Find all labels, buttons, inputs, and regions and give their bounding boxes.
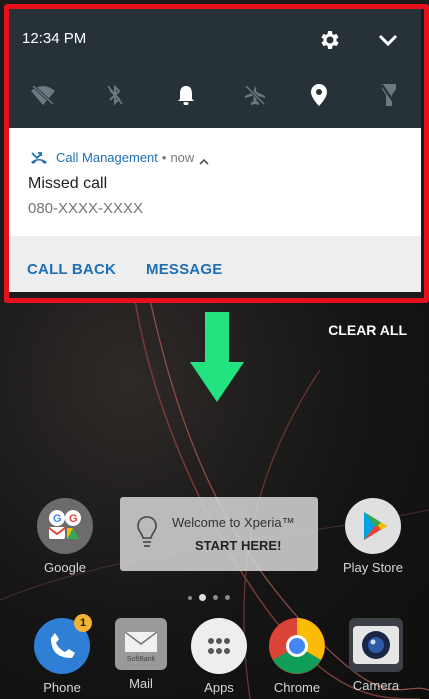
svg-text:G: G [53, 513, 62, 525]
apps-drawer-button[interactable]: Apps [184, 618, 254, 695]
svg-text:G: G [69, 513, 78, 525]
page-dot-active [199, 594, 206, 601]
start-here-text: START HERE! [195, 538, 282, 553]
camera-label: Camera [352, 678, 400, 693]
phone-label: Phone [43, 680, 81, 695]
google-label: Google [44, 560, 86, 575]
mail-app[interactable]: SoftBank Mail [106, 618, 176, 691]
page-dot [213, 595, 218, 600]
mail-label: Mail [129, 676, 153, 691]
camera-app[interactable]: Camera [341, 618, 411, 693]
page-dot [225, 595, 230, 600]
google-folder[interactable]: G G Google [30, 498, 100, 575]
welcome-card[interactable]: Welcome to Xperia™ START HERE! [120, 497, 318, 571]
phone-icon: 1 [34, 614, 92, 674]
phone-badge: 1 [74, 614, 92, 632]
arrow-down-icon [190, 312, 244, 407]
mail-icon: SoftBank [115, 618, 167, 670]
clear-all-button[interactable]: CLEAR ALL [328, 322, 407, 338]
google-folder-icon: G G [37, 498, 93, 554]
chrome-app[interactable]: Chrome [262, 618, 332, 695]
camera-icon [349, 618, 403, 672]
play-store-label: Play Store [343, 560, 403, 575]
page-indicator [188, 594, 230, 601]
page-dot [188, 595, 192, 600]
lightbulb-icon [136, 515, 158, 554]
chrome-label: Chrome [273, 680, 321, 695]
phone-app[interactable]: 1 Phone [27, 614, 97, 695]
play-store-app[interactable]: Play Store [338, 498, 408, 575]
play-store-icon [345, 498, 401, 554]
screen: 12:34 PM Call Management • now Missed ca… [0, 0, 429, 699]
mail-small-text: SoftBank [126, 656, 156, 663]
welcome-text: Welcome to Xperia™ [172, 515, 295, 530]
chrome-icon [269, 618, 325, 674]
apps-grid-icon [191, 618, 247, 674]
highlight-frame [4, 4, 429, 303]
apps-label: Apps [204, 680, 234, 695]
